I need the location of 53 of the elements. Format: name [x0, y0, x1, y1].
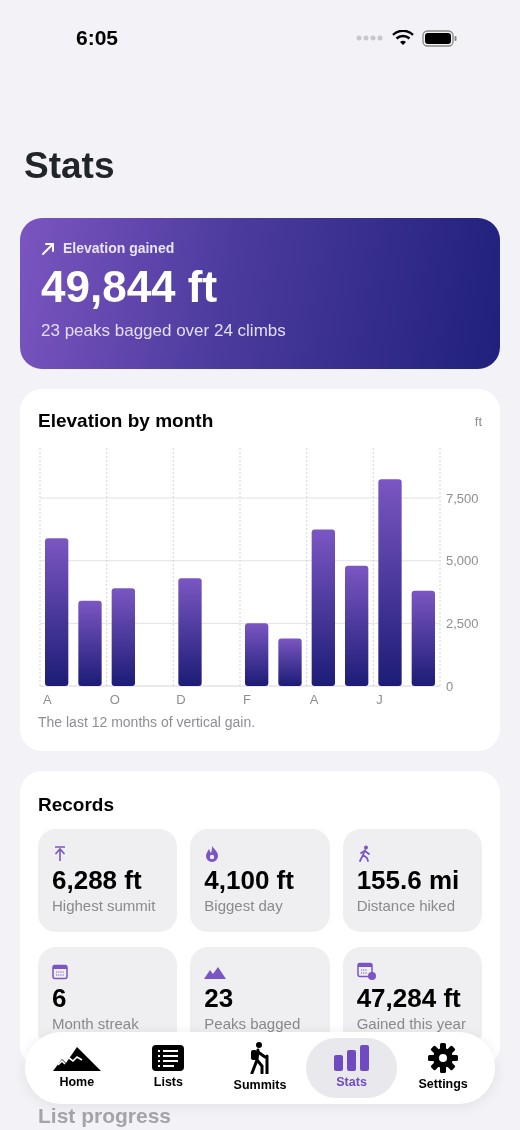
summary-subtitle: 23 peaks bagged over 24 climbs: [41, 320, 287, 342]
hiker-icon: [249, 1041, 271, 1074]
axis-label: D: [176, 691, 186, 706]
record-value: 47,284 ft: [356, 983, 462, 1013]
signal-icon: [356, 35, 384, 41]
record-value: 6,288 ft: [52, 865, 143, 895]
summary-value: 49,844 ft: [41, 261, 219, 313]
arrow-up-icon: [52, 845, 68, 863]
record-label: Distance hiked: [356, 897, 457, 915]
calendar-icon: [52, 963, 68, 980]
axis-label: A: [309, 691, 319, 706]
axis-label: 2,500: [446, 615, 479, 631]
record-label: Peaks bagged: [204, 1015, 302, 1033]
record-value: 23: [204, 983, 235, 1013]
tab-button[interactable]: Summits: [214, 1038, 306, 1098]
wifi-icon: [392, 30, 414, 46]
settings-icon: [428, 1042, 459, 1073]
chart-title: Elevation by month: [38, 409, 214, 433]
walking-person-icon: [356, 845, 371, 863]
record-value: 4,100 ft: [204, 865, 295, 895]
axis-label: J: [376, 691, 383, 706]
section-title: Records: [38, 792, 116, 817]
bar: [245, 622, 269, 686]
bar-chart-icon: [333, 1044, 370, 1071]
axis-label: 0: [446, 678, 454, 693]
battery-icon: [422, 29, 458, 47]
axis-label: 5,000: [446, 552, 479, 568]
record-label: Biggest day: [204, 897, 284, 915]
flame-icon: [204, 845, 221, 863]
chart-caption: The last 12 months of vertical gain.: [38, 712, 257, 732]
section-title: List progress: [38, 1104, 173, 1128]
bar: [278, 637, 302, 686]
tab-button[interactable]: Lists: [122, 1038, 215, 1098]
axis-label: A: [43, 691, 52, 706]
trend-arrow-icon: [41, 241, 55, 256]
tab-button[interactable]: Settings: [397, 1038, 489, 1098]
tab-button[interactable]: Home: [31, 1038, 123, 1098]
unit-label: ft: [474, 412, 482, 431]
record-value: 6: [52, 983, 68, 1013]
page-title: Stats: [24, 144, 116, 188]
record-label: Gained this year: [356, 1015, 467, 1033]
mountains-icon: [52, 1044, 101, 1071]
summary-label: Elevation gained: [63, 239, 175, 258]
calendar-check-icon: [356, 962, 377, 982]
axis-label: O: [109, 691, 120, 706]
axis-label: 7,500: [446, 490, 479, 506]
record-value: 155.6 mi: [356, 865, 461, 895]
tab-button[interactable]: Stats: [305, 1038, 398, 1098]
record-label: Month streak: [52, 1015, 140, 1033]
status-time: 6:05: [76, 25, 119, 52]
list-icon: [152, 1044, 185, 1071]
axis-label: F: [243, 691, 251, 706]
record-label: Highest summit: [52, 897, 157, 915]
